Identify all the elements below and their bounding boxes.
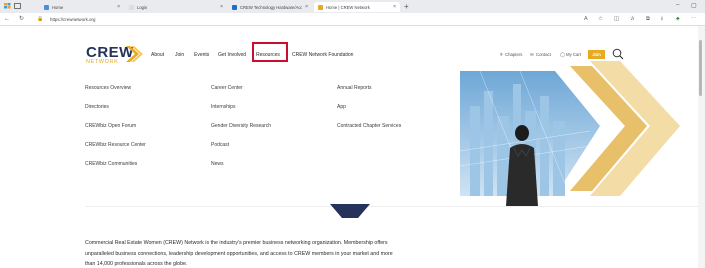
tab-label: CREW Technology Hardware/Acces <box>240 4 303 10</box>
menu-crewbiz-open-forum[interactable]: CREWbiz Open Forum <box>85 123 136 129</box>
browser-profile-icon[interactable] <box>4 3 11 9</box>
web-page: CREW NETWORK About Join Events Get Invol… <box>0 26 705 268</box>
browser-address-bar: ← ↻ 🔒 https://crewnetwork.org A ☆ ◫ ✰ ⧉ … <box>0 13 705 26</box>
nav-join[interactable]: Join <box>175 52 184 58</box>
nav-get-involved[interactable]: Get Involved <box>218 52 246 58</box>
menu-career-center[interactable]: Career Center <box>211 85 243 91</box>
extension-icon[interactable]: ♣ <box>676 16 680 23</box>
collections-icon[interactable]: ⧉ <box>646 16 650 23</box>
menu-crewbiz-communities[interactable]: CREWbiz Communities <box>85 161 137 167</box>
resources-highlight-box <box>252 42 288 62</box>
nav-crew-network-foundation[interactable]: CREW Network Foundation <box>292 52 353 58</box>
intro-line-2: unparalleled business connections, leade… <box>85 250 393 257</box>
url-field[interactable]: https://crewnetwork.org <box>50 16 95 23</box>
close-icon[interactable]: × <box>117 4 120 10</box>
crew-favicon-icon <box>318 4 323 10</box>
read-aloud-icon[interactable]: A <box>584 16 588 23</box>
intro-line-3: than 14,000 professionals across the glo… <box>85 261 188 267</box>
login-favicon-icon <box>129 4 134 10</box>
menu-news[interactable]: News <box>211 161 224 167</box>
tab-label: Home <box>52 4 64 10</box>
tab-login[interactable]: Login × <box>125 2 227 12</box>
tab-label: Login <box>137 4 148 10</box>
home-favicon-icon <box>44 4 49 10</box>
intro-paragraph: Commercial Real Estate Women (CREW) Netw… <box>85 238 455 268</box>
split-screen-icon[interactable]: ◫ <box>614 16 619 23</box>
hero-image <box>459 61 680 206</box>
star-icon[interactable]: ☆ <box>598 16 603 23</box>
menu-podcast[interactable]: Podcast <box>211 142 229 148</box>
back-icon[interactable]: ← <box>4 16 10 23</box>
close-icon[interactable]: × <box>305 4 308 10</box>
tab-label: Home | CREW Network <box>326 4 370 10</box>
section-divider <box>85 206 705 207</box>
menu-internships[interactable]: Internships <box>211 104 235 110</box>
tab-actions-icon[interactable] <box>14 3 21 9</box>
close-icon[interactable]: × <box>220 4 223 10</box>
menu-app[interactable]: App <box>337 104 346 110</box>
refresh-icon[interactable]: ↻ <box>19 16 24 23</box>
nav-events[interactable]: Events <box>194 52 209 58</box>
minimize-button[interactable]: – <box>676 2 679 8</box>
tab-crew-technology[interactable]: CREW Technology Hardware/Acces × <box>228 2 312 12</box>
new-tab-button[interactable]: + <box>404 2 409 11</box>
download-icon[interactable]: ⭳ <box>661 16 663 23</box>
favorites-icon[interactable]: ✰ <box>630 16 635 23</box>
logo-chevron-icon <box>126 46 143 62</box>
tab-crew-network[interactable]: Home | CREW Network × <box>314 2 400 12</box>
menu-gender-diversity-research[interactable]: Gender Diversity Research <box>211 123 271 129</box>
tab-home[interactable]: Home × <box>40 2 124 12</box>
browser-tab-bar: Home × Login × CREW Technology Hardware/… <box>0 0 705 13</box>
crew-logo[interactable]: CREW NETWORK <box>86 45 143 65</box>
menu-directories[interactable]: Directories <box>85 104 109 110</box>
menu-contracted-chapter-services[interactable]: Contracted Chapter Services <box>337 123 401 129</box>
scrollbar-thumb[interactable] <box>699 40 702 96</box>
menu-crewbiz-resource-center[interactable]: CREWbiz Resource Center <box>85 142 146 148</box>
decorative-shape <box>330 204 370 218</box>
menu-annual-reports[interactable]: Annual Reports <box>337 85 371 91</box>
crew-tech-favicon-icon <box>232 4 237 10</box>
more-icon[interactable]: ⋯ <box>691 16 697 23</box>
maximize-button[interactable]: ▢ <box>691 2 697 9</box>
close-icon[interactable]: × <box>393 4 396 10</box>
menu-resources-overview[interactable]: Resources Overview <box>85 85 131 91</box>
nav-about[interactable]: About <box>151 52 164 58</box>
lock-icon[interactable]: 🔒 <box>37 16 43 23</box>
intro-line-1: Commercial Real Estate Women (CREW) Netw… <box>85 240 388 246</box>
